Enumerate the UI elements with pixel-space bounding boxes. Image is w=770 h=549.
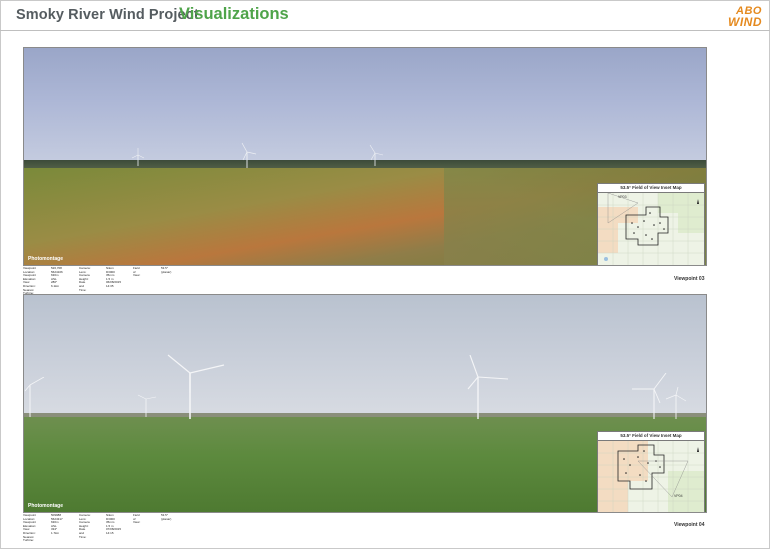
turbine-icon: [241, 142, 257, 168]
sky: [24, 295, 706, 415]
meta-col-values-2: Nikon D3000 35mm 1.5 m 06/08/2015 14:35: [106, 266, 122, 289]
turbine-icon: [665, 387, 687, 419]
turbine-icon: [467, 355, 509, 419]
photomontage-panel-1: Photomontage 53.5° Field of View Inset M…: [23, 47, 707, 266]
meta-col-values-2: Nikon D3000 35mm 1.5 m 07/08/2015 14:15: [106, 513, 122, 536]
meta-col-values-3: 53.5° (planar): [161, 266, 172, 274]
turbine-icon: [369, 144, 384, 166]
inset-map-title: 53.5° Field of View Inset Map: [598, 184, 704, 193]
page-title-accent: Visualizations: [179, 5, 289, 23]
page-title: Smoky River Wind Project: [16, 7, 199, 23]
meta-value: 6.1km: [51, 283, 60, 288]
viewpoint-label: Viewpoint 04: [674, 522, 705, 528]
viewpoint-label: Viewpoint 03: [674, 276, 705, 282]
meta-label: Nearest Turbine:: [23, 534, 34, 543]
meta-col-labels-1: Viewpoint Location: Viewpoint Elevation:…: [23, 513, 36, 543]
meta-col-labels-2: Camera: Lens: Camera Height: Date and Ti…: [79, 266, 91, 292]
meta-value: 07/08/2015 14:15: [106, 527, 122, 535]
meta-label: Field of View:: [133, 513, 141, 525]
meta-col-values-1: 509988 5624317 630m ASL 334° 1.7km: [51, 513, 63, 536]
header: Smoky River Wind Project Visualizations …: [0, 0, 770, 34]
photomontage-panel-2: Photomontage 53.5° Field of View Inset M…: [23, 294, 707, 513]
meta-value: 1.7km: [51, 530, 60, 535]
inset-map-title: 53.5° Field of View Inset Map: [598, 432, 704, 441]
meta-label: Date and Time:: [79, 527, 87, 539]
meta-value: 06/08/2015 14:35: [106, 280, 122, 288]
meta-label: Field of View:: [133, 266, 141, 278]
turbine-icon: [24, 377, 45, 417]
inset-map: 53.5° Field of View Inset Map: [597, 183, 705, 265]
turbine-icon: [167, 354, 225, 419]
meta-col-labels-1: Viewpoint Location: Viewpoint Elevation:…: [23, 266, 36, 296]
meta-col-values-3: 53.5° (planar): [161, 513, 172, 521]
meta-col-values-1: 526,708 5624106 630m ASL 280° 6.1km: [51, 266, 63, 289]
turbine-icon: [131, 148, 145, 166]
meta-col-labels-3: Field of View:: [133, 513, 141, 525]
abo-wind-logo: ABO WIND: [712, 5, 762, 29]
meta-value: 53.5° (planar): [161, 513, 172, 521]
inset-map-graphic: [598, 193, 704, 265]
meta-col-labels-2: Camera: Lens: Camera Height: Date and Ti…: [79, 513, 91, 539]
meta-label: Date and Time:: [79, 280, 87, 292]
inset-viewpoint-tag: VP04: [674, 494, 683, 498]
logo-line-2: WIND: [728, 15, 762, 29]
inset-viewpoint-tag: VP03: [618, 195, 627, 199]
inset-map: 53.5° Field of View Inset Map: [597, 431, 705, 512]
photomontage-label: Photomontage: [28, 503, 63, 509]
photomontage-label: Photomontage: [28, 256, 63, 262]
inset-map-graphic: [598, 441, 704, 512]
turbine-icon: [137, 394, 157, 417]
meta-col-labels-3: Field of View:: [133, 266, 141, 278]
meta-value: 53.5° (planar): [161, 266, 172, 274]
header-divider: [0, 30, 770, 31]
